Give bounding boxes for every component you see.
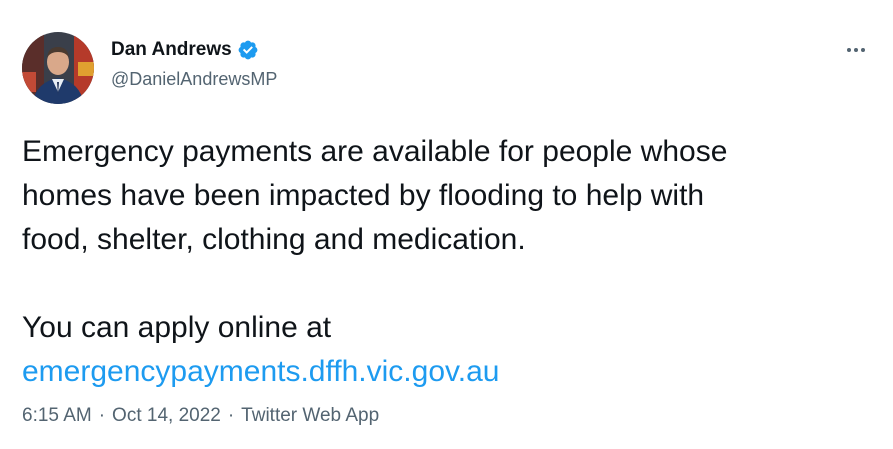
tweet-text-line: Emergency payments are available for peo… xyxy=(22,135,728,168)
author-display-name[interactable]: Dan Andrews xyxy=(111,39,232,61)
verified-badge-icon xyxy=(237,39,259,61)
more-horizontal-icon xyxy=(847,48,851,52)
tweet-metadata: 6:15 AM · Oct 14, 2022 · Twitter Web App xyxy=(22,405,379,427)
tweet-card: Dan Andrews @DanielAndrewsMP Emergency p… xyxy=(0,0,893,449)
tweet-text-line: food, shelter, clothing and medication. xyxy=(22,223,526,256)
separator: · xyxy=(227,405,235,426)
more-options-button[interactable] xyxy=(843,40,869,60)
tweet-text: Emergency payments are available for peo… xyxy=(22,130,872,394)
author-name-row: Dan Andrews xyxy=(111,37,259,63)
tweet-text-line: You can apply online at xyxy=(22,311,332,344)
separator: · xyxy=(98,405,106,426)
tweet-source[interactable]: Twitter Web App xyxy=(241,405,379,427)
emergency-payments-link[interactable]: emergencypayments.dffh.vic.gov.au xyxy=(22,355,499,388)
avatar[interactable] xyxy=(22,32,94,104)
tweet-text-line: homes have been impacted by flooding to … xyxy=(22,179,705,212)
more-horizontal-icon xyxy=(861,48,865,52)
tweet-date[interactable]: Oct 14, 2022 xyxy=(112,405,221,427)
more-horizontal-icon xyxy=(854,48,858,52)
author-handle[interactable]: @DanielAndrewsMP xyxy=(111,69,277,90)
avatar-photo xyxy=(22,32,94,104)
tweet-time[interactable]: 6:15 AM xyxy=(22,405,92,427)
